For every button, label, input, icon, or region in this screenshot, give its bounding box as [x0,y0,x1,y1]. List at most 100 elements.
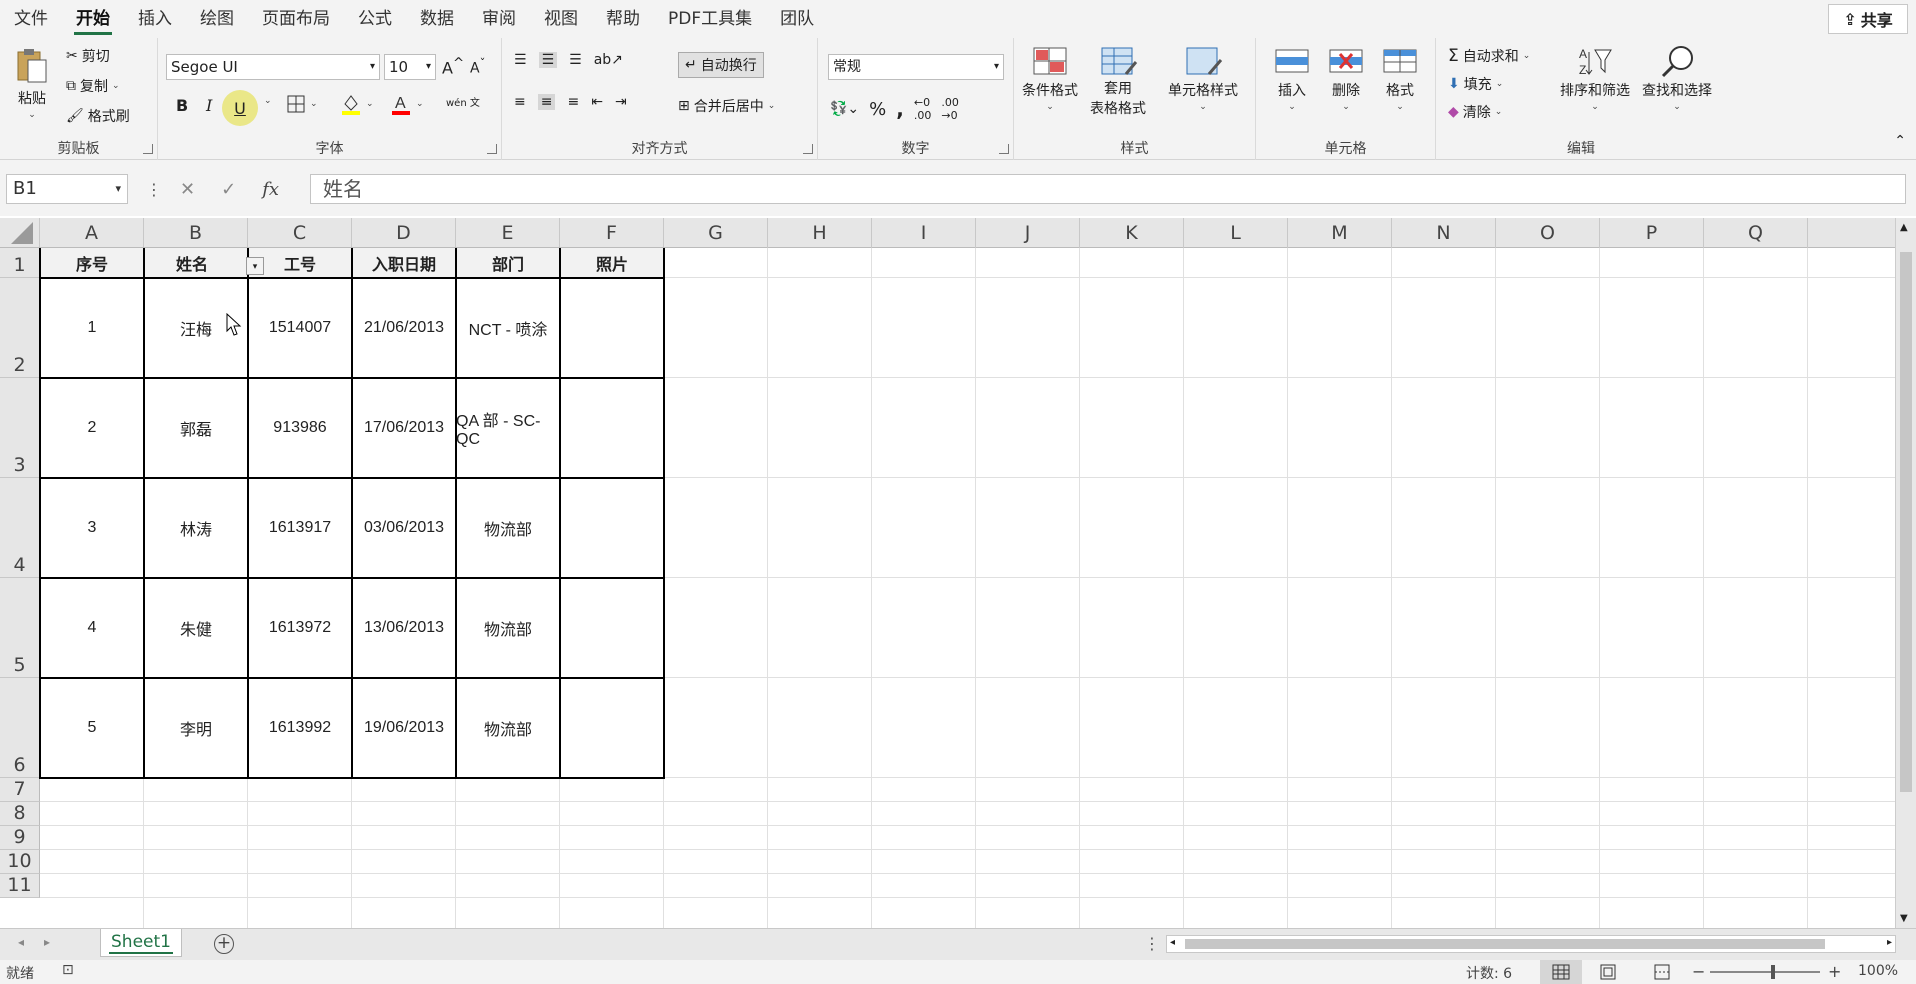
select-all-button[interactable] [0,218,40,248]
table-cell[interactable]: 03/06/2013 [352,478,456,578]
sheet-tab-sheet1[interactable]: Sheet1 [100,929,182,957]
tab-pdf-tools[interactable]: PDF工具集 [654,0,766,38]
zoom-in-icon[interactable]: + [1828,962,1841,981]
collapse-ribbon-button[interactable]: ⌃ [1894,133,1906,149]
table-cell[interactable]: 19/06/2013 [352,678,456,778]
normal-view-button[interactable] [1540,960,1582,984]
tab-team[interactable]: 团队 [766,0,828,38]
vertical-scrollbar[interactable]: ▲ ▼ [1895,218,1916,928]
decrease-indent-icon[interactable]: ⇤ [591,94,603,110]
table-cell[interactable]: 13/06/2013 [352,578,456,678]
table-header-cell[interactable]: 序号 [40,248,144,278]
increase-indent-icon[interactable]: ⇥ [615,94,627,110]
cut-button[interactable]: ✂ 剪切 [66,46,110,66]
insert-cells-button[interactable]: 插入 ⌄ [1272,44,1312,112]
row-header-3[interactable]: 3 [0,378,40,478]
column-header-m[interactable]: M [1288,218,1392,248]
table-cell[interactable]: 2 [40,378,144,478]
fill-color-button[interactable]: ⌄ [340,92,374,116]
zoom-out-icon[interactable]: − [1692,962,1705,981]
dialog-launcher-icon[interactable] [143,144,153,154]
tab-file[interactable]: 文件 [0,0,62,38]
filter-dropdown-button[interactable]: ▾ [246,257,264,275]
table-cell[interactable]: 1 [40,278,144,378]
row-header-7[interactable]: 7 [0,778,40,802]
table-header-cell[interactable]: 姓名 [144,248,248,278]
table-cell[interactable]: 物流部 [456,578,560,678]
paste-button[interactable]: 粘贴 ⌄ [14,46,50,120]
align-right-icon[interactable]: ≡ [567,94,579,110]
table-cell[interactable]: 物流部 [456,678,560,778]
bold-button[interactable]: B [176,96,188,115]
sort-filter-button[interactable]: AZ 排序和筛选 ⌄ [1560,44,1630,112]
page-break-view-button[interactable] [1652,963,1672,984]
column-header-a[interactable]: A [40,218,144,248]
table-cell[interactable] [560,578,664,678]
table-cell[interactable]: 郭磊 [144,378,248,478]
tab-view[interactable]: 视图 [530,0,592,38]
underline-dropdown[interactable]: ⌄ [264,96,272,106]
horizontal-scroll-thumb[interactable] [1185,939,1825,949]
dialog-launcher-icon[interactable] [999,144,1009,154]
column-header-c[interactable]: C [248,218,352,248]
scroll-left-icon[interactable]: ◂ [18,935,24,949]
tab-splitter-icon[interactable]: ⋮ [1144,934,1160,953]
table-header-cell[interactable]: 部门 [456,248,560,278]
table-cell[interactable]: 21/06/2013 [352,278,456,378]
font-family-select[interactable]: Segoe UI ▾ [166,54,380,80]
table-header-cell[interactable]: 照片 [560,248,664,278]
row-header-9[interactable]: 9 [0,826,40,850]
percent-button[interactable]: % [869,99,886,120]
table-cell[interactable]: 17/06/2013 [352,378,456,478]
orientation-icon[interactable]: ab↗ [594,52,623,68]
conditional-format-button[interactable]: 条件格式 ⌄ [1022,44,1078,112]
column-header-f[interactable]: F [560,218,664,248]
row-header-10[interactable]: 10 [0,850,40,874]
scroll-left-arrow-icon[interactable]: ◂ [1170,937,1175,948]
table-cell[interactable]: 3 [40,478,144,578]
tab-draw[interactable]: 绘图 [186,0,248,38]
table-cell[interactable]: 1514007 [248,278,352,378]
row-header-2[interactable]: 2 [0,278,40,378]
table-cell[interactable] [560,478,664,578]
row-header-11[interactable]: 11 [0,874,40,898]
copy-button[interactable]: ⧉ 复制 ⌄ [66,76,120,96]
zoom-level[interactable]: 100% [1858,963,1898,979]
phonetic-button[interactable]: wén 文 [446,94,480,109]
font-size-select[interactable]: 10 ▾ [384,54,436,80]
wrap-text-button[interactable]: ↵ 自动换行 [678,52,764,78]
column-header-j[interactable]: J [976,218,1080,248]
table-cell[interactable]: 1613992 [248,678,352,778]
spreadsheet-grid[interactable]: ABCDEFGHIJKLMNOPQ 1 2 3 4 5 6 7 8 9 10 11 序号 姓名 工号 入职… [0,218,1895,928]
align-middle-icon[interactable]: ☰ [538,52,558,68]
delete-cells-button[interactable]: 删除 ⌄ [1326,44,1366,112]
vertical-scroll-thumb[interactable] [1900,252,1912,792]
format-painter-button[interactable]: 🖌 格式刷 [66,106,130,126]
table-cell[interactable]: 李明 [144,678,248,778]
comma-button[interactable]: , [896,97,904,121]
align-center-icon[interactable]: ≡ [537,94,556,110]
table-cell[interactable]: 4 [40,578,144,678]
grow-font-button[interactable]: A^ [442,56,464,77]
format-cells-button[interactable]: 格式 ⌄ [1380,44,1420,112]
horizontal-scrollbar[interactable]: ◂ ▸ [1166,935,1896,953]
align-left-icon[interactable]: ≡ [514,94,526,110]
column-header-h[interactable]: H [768,218,872,248]
row-header-6[interactable]: 6 [0,678,40,778]
column-header-k[interactable]: K [1080,218,1184,248]
zoom-slider[interactable] [1710,971,1820,973]
format-as-table-button[interactable]: 套用 表格格式 [1090,44,1146,118]
more-options-icon[interactable]: ⋮ [146,180,162,199]
merge-center-button[interactable]: ⊞ 合并后居中 ⌄ [678,96,775,116]
table-cell[interactable]: 1613972 [248,578,352,678]
table-cell[interactable]: 物流部 [456,478,560,578]
font-color-button[interactable]: A ⌄ [390,92,424,116]
macro-record-icon[interactable]: ⊡ [62,962,74,978]
italic-button[interactable]: I [206,96,212,115]
column-header-b[interactable]: B [144,218,248,248]
insert-function-icon[interactable]: fx [262,179,279,200]
column-header-i[interactable]: I [872,218,976,248]
scroll-right-icon[interactable]: ▸ [44,935,50,949]
add-sheet-button[interactable]: + [214,934,234,954]
enter-icon[interactable]: ✓ [221,179,236,200]
